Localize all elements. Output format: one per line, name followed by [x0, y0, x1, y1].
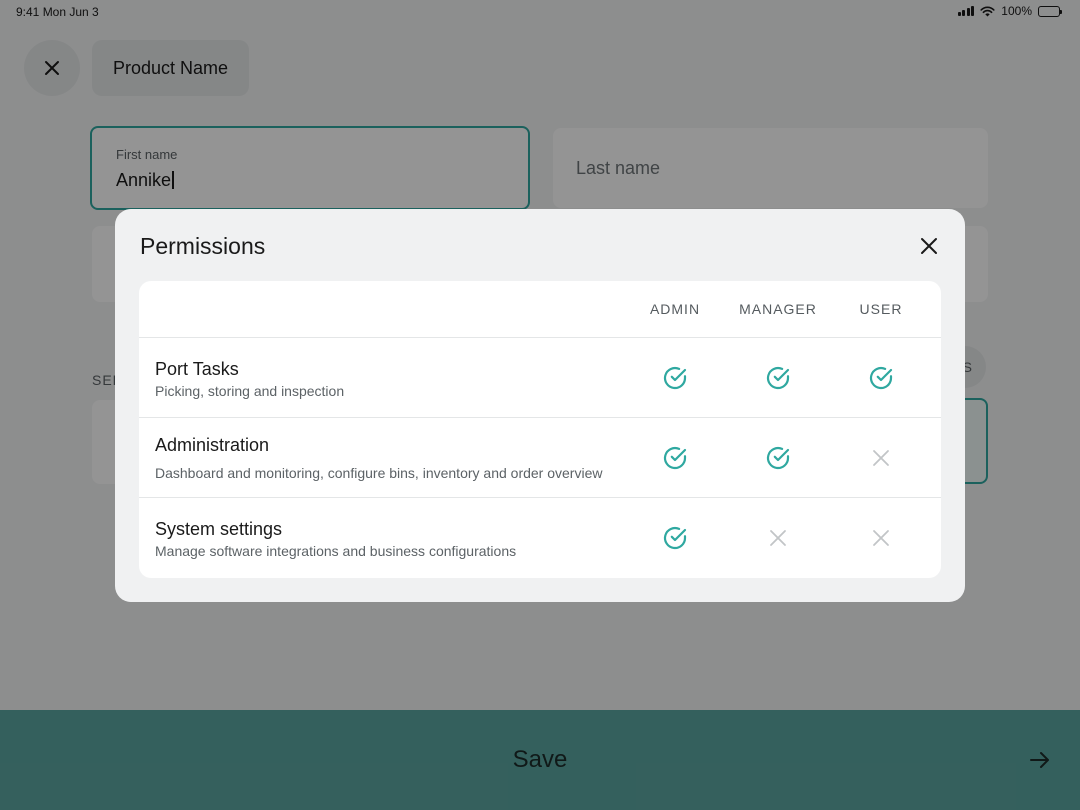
modal-title: Permissions — [140, 233, 266, 259]
permission-cell — [765, 525, 791, 551]
column-header-user: USER — [859, 301, 903, 317]
row-title: Administration — [155, 435, 270, 455]
permission-cell — [662, 445, 688, 471]
modal-close-button[interactable] — [917, 234, 941, 258]
row-title: System settings — [155, 519, 283, 539]
check-circle-icon — [663, 526, 687, 550]
check-circle-icon — [869, 366, 893, 390]
row-description: Picking, storing and inspection — [155, 383, 345, 399]
permission-cell — [765, 445, 791, 471]
close-icon — [921, 238, 937, 254]
row-description: Dashboard and monitoring, configure bins… — [155, 465, 603, 481]
permissions-table: ADMIN MANAGER USER Port Tasks Picking, s… — [139, 281, 941, 578]
permission-row: System settings Manage software integrat… — [139, 498, 941, 578]
permission-cell — [662, 525, 688, 551]
column-header-manager: MANAGER — [739, 301, 817, 317]
x-icon — [873, 450, 889, 466]
permission-cell — [662, 365, 688, 391]
permission-cell — [765, 365, 791, 391]
permission-row: Port Tasks Picking, storing and inspecti… — [139, 338, 941, 418]
check-circle-icon — [766, 366, 790, 390]
x-icon — [873, 530, 889, 546]
permission-row: Administration Dashboard and monitoring,… — [139, 418, 941, 498]
row-description: Manage software integrations and busines… — [155, 543, 517, 559]
check-circle-icon — [766, 446, 790, 470]
x-icon — [770, 530, 786, 546]
permission-cell — [868, 445, 894, 471]
check-circle-icon — [663, 446, 687, 470]
permissions-modal: Permissions ADMIN MANAGER USER Port Task… — [115, 209, 965, 602]
permission-cell — [868, 525, 894, 551]
permission-cell — [868, 365, 894, 391]
column-header-admin: ADMIN — [649, 301, 701, 317]
row-title: Port Tasks — [155, 359, 239, 379]
check-circle-icon — [663, 366, 687, 390]
